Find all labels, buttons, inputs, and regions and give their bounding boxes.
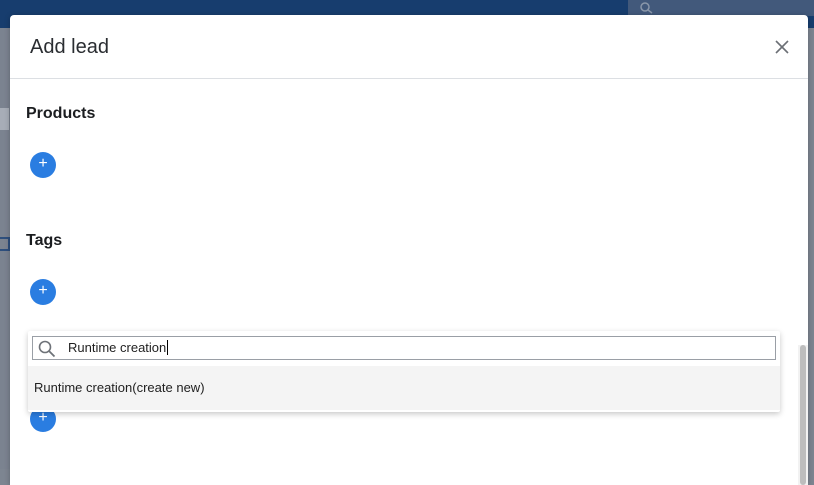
scrollbar-thumb[interactable] xyxy=(800,345,806,485)
dropdown-option-create-new[interactable]: Runtime creation(create new) xyxy=(28,366,780,410)
tag-search-input[interactable]: Runtime creation xyxy=(68,337,768,359)
background-search-bar xyxy=(628,0,814,16)
dialog-title: Add lead xyxy=(30,36,109,58)
tag-search-box[interactable]: Runtime creation xyxy=(32,336,776,360)
dialog-header: Add lead xyxy=(10,15,808,79)
close-icon[interactable] xyxy=(774,39,790,55)
tags-section-title: Tags xyxy=(26,232,63,249)
dialog-body: Products + Tags + + xyxy=(10,79,808,485)
background-calendar-icon xyxy=(0,237,10,251)
products-section-title: Products xyxy=(26,105,96,122)
add-lead-dialog: Add lead Products + Tags + + xyxy=(10,15,808,485)
dropdown-option-label: Runtime creation(create new) xyxy=(34,380,205,395)
tag-search-value: Runtime creation xyxy=(68,340,167,355)
add-tag-button[interactable]: + xyxy=(30,279,56,305)
plus-icon: + xyxy=(38,282,48,299)
search-icon xyxy=(38,340,56,358)
background-field-fragment xyxy=(0,108,9,130)
add-product-button[interactable]: + xyxy=(30,152,56,178)
plus-icon: + xyxy=(38,155,48,172)
tag-search-dropdown: Runtime creation Runtime creation(create… xyxy=(28,331,780,412)
text-caret xyxy=(167,340,169,355)
background-search-icon xyxy=(640,2,653,14)
